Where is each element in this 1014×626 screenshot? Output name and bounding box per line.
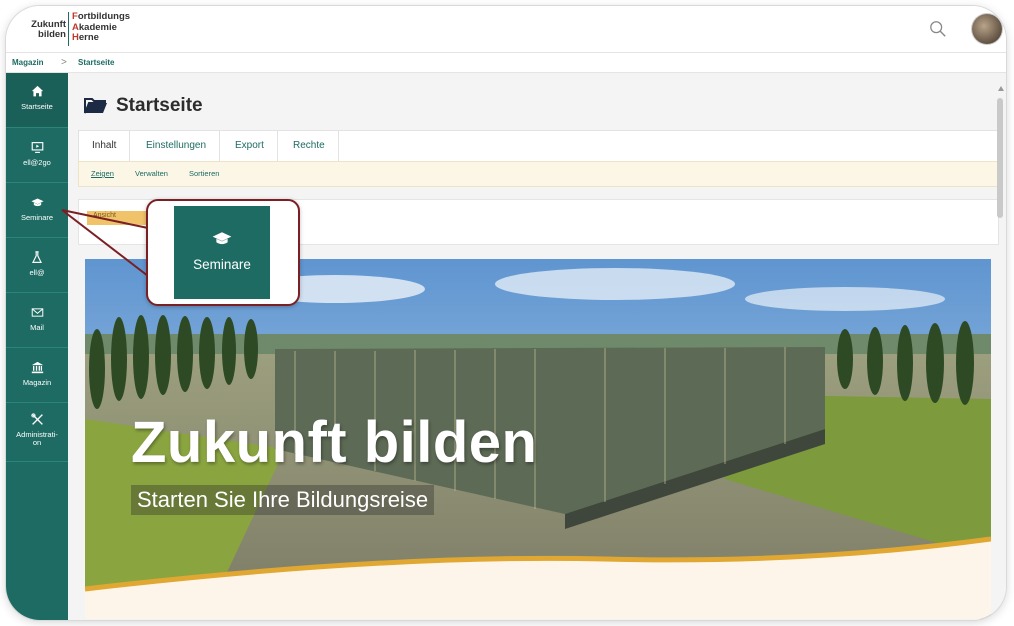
hero-banner: Zukunft bilden Starten Sie Ihre Bildungs… [85, 259, 991, 619]
sidebar-item-administration[interactable]: Administrati- on [6, 403, 68, 462]
academy-logo[interactable]: Fortbildungs Akademie Herne [72, 11, 131, 44]
tab-inhalt[interactable]: Inhalt [79, 131, 131, 161]
subtab-zeigen[interactable]: Zeigen [91, 169, 114, 178]
hero-title: Zukunft bilden [131, 410, 538, 475]
subtab-bar: Zeigen Verwalten Sortieren [78, 161, 999, 187]
tools-icon [6, 413, 68, 429]
sidebar-item-label: Administrati- on [16, 430, 58, 447]
sidebar-item-ell[interactable]: ell@ [6, 238, 68, 293]
logo-line-3: Herne [72, 32, 99, 43]
sidebar-item-mail[interactable]: Mail [6, 293, 68, 348]
logo-line-1-text: ortbildungs [77, 11, 131, 22]
breadcrumb-item-magazin[interactable]: Magazin [12, 58, 44, 67]
top-header: Zukunft bilden Fortbildungs Akademie Her… [6, 6, 1006, 53]
monitor-play-icon [6, 141, 68, 157]
page-title: Startseite [116, 95, 203, 116]
subtab-sortieren[interactable]: Sortieren [189, 169, 219, 178]
folder-open-icon [84, 98, 107, 114]
logo-left-text[interactable]: Zukunft bilden [14, 20, 66, 40]
sidebar: Startseite ell@2go Seminare ell@ Mail Ma… [6, 73, 68, 620]
sidebar-item-label: Magazin [22, 378, 52, 387]
breadcrumb-item-startseite[interactable]: Startseite [78, 58, 114, 67]
vertical-scrollbar[interactable] [997, 86, 1004, 620]
logo-line-2-text: kademie [78, 21, 117, 33]
graduation-cap-icon [6, 196, 68, 212]
logo-divider [68, 12, 69, 46]
main-content: Startseite Inhalt Einstellungen Export R… [68, 73, 1006, 620]
seminare-callout: Seminare [146, 199, 300, 306]
breadcrumb: Magazin > Startseite [6, 53, 1006, 73]
breadcrumb-separator: > [61, 57, 67, 68]
logo-line-3-text: erne [78, 32, 99, 43]
tab-rechte[interactable]: Rechte [280, 131, 339, 161]
notice-text: Ansicht [93, 212, 116, 219]
hero-subtitle: Starten Sie Ihre Bildungsreise [131, 485, 435, 515]
sidebar-item-label: Mail [30, 323, 44, 332]
subtab-verwalten[interactable]: Verwalten [135, 169, 168, 178]
seminare-callout-tile[interactable]: Seminare [174, 206, 270, 299]
home-icon [6, 85, 68, 101]
sidebar-item-ell2go[interactable]: ell@2go [6, 128, 68, 183]
sidebar-item-seminare[interactable]: Seminare [6, 183, 68, 238]
graduation-cap-icon [174, 230, 270, 251]
flask-icon [6, 251, 68, 267]
sidebar-item-label: ell@2go [23, 158, 51, 167]
mail-icon [6, 306, 68, 322]
sidebar-item-label: Seminare [20, 213, 54, 222]
tab-export[interactable]: Export [222, 131, 278, 161]
sidebar-item-label: Startseite [21, 102, 53, 111]
sidebar-item-startseite[interactable]: Startseite [6, 73, 68, 128]
sidebar-item-magazin[interactable]: Magazin [6, 348, 68, 403]
app-window: Zukunft bilden Fortbildungs Akademie Her… [6, 6, 1006, 620]
scrollbar-thumb[interactable] [997, 98, 1003, 218]
scroll-up-arrow-icon[interactable] [998, 86, 1004, 91]
sidebar-item-label: ell@ [29, 268, 45, 277]
tab-bar: Inhalt Einstellungen Export Rechte [78, 130, 999, 162]
bank-icon [6, 361, 68, 377]
tab-einstellungen[interactable]: Einstellungen [133, 131, 221, 161]
user-avatar[interactable] [972, 14, 1002, 44]
seminare-callout-label: Seminare [193, 257, 251, 272]
search-icon[interactable] [929, 20, 947, 38]
